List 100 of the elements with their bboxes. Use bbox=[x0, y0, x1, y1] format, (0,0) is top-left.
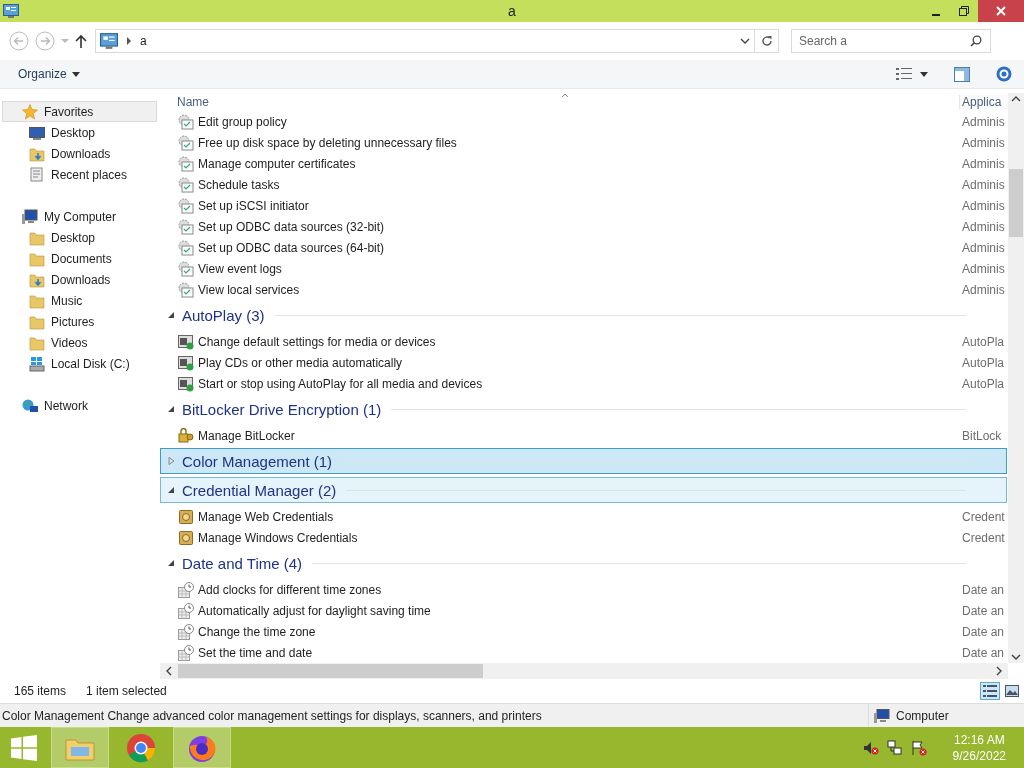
gear-checklist-icon bbox=[178, 260, 194, 277]
sidebar-item[interactable]: Documents bbox=[0, 248, 160, 269]
table-cell-text: Adminis bbox=[961, 177, 1006, 192]
column-header[interactable]: Name bbox=[177, 95, 209, 109]
item-link[interactable]: Change the time zone bbox=[198, 624, 316, 639]
folder-icon bbox=[29, 292, 45, 309]
item-link[interactable]: Set up ODBC data sources (64-bit) bbox=[198, 240, 385, 255]
sidebar-item[interactable]: Desktop bbox=[0, 122, 160, 143]
network-icon bbox=[22, 397, 38, 414]
sidebar-item[interactable]: Recent places bbox=[0, 164, 160, 185]
table-cell-text: Adminis bbox=[961, 198, 1006, 213]
help-icon[interactable] bbox=[996, 66, 1012, 82]
group-header[interactable]: Date and Time (4) bbox=[160, 550, 1007, 576]
gear-checklist-icon bbox=[178, 113, 194, 130]
details-view-button[interactable] bbox=[980, 682, 1000, 700]
sidebar-item[interactable]: Local Disk (C:) bbox=[0, 353, 160, 374]
item-link[interactable]: View event logs bbox=[198, 261, 282, 276]
expand-arrow-icon[interactable] bbox=[168, 405, 175, 413]
folder-icon bbox=[29, 334, 45, 351]
table-cell-text: Adminis bbox=[961, 135, 1006, 150]
address-field[interactable]: a bbox=[95, 29, 755, 53]
sidebar-item[interactable]: Videos bbox=[0, 332, 160, 353]
expand-arrow-icon[interactable] bbox=[168, 311, 175, 319]
sidebar-item[interactable]: Network bbox=[2, 395, 157, 416]
item-link[interactable]: Schedule tasks bbox=[198, 177, 280, 192]
view-list-icon[interactable] bbox=[896, 68, 912, 80]
selection-count: 1 item selected bbox=[86, 684, 167, 698]
location-label: Computer bbox=[896, 708, 949, 723]
item-link[interactable]: Set up ODBC data sources (32-bit) bbox=[198, 219, 385, 234]
column-header[interactable]: Applica bbox=[959, 95, 1008, 109]
group-header[interactable]: BitLocker Drive Encryption (1) bbox=[160, 396, 1007, 422]
item-link[interactable]: Change default settings for media or devices bbox=[198, 334, 436, 349]
search-field[interactable]: Search a bbox=[791, 29, 991, 53]
gear-checklist-icon bbox=[178, 155, 194, 172]
organize-button[interactable]: Organize bbox=[18, 67, 80, 81]
network-icon[interactable] bbox=[886, 739, 903, 756]
scroll-right-icon[interactable] bbox=[996, 666, 1002, 676]
vertical-scrollbar[interactable] bbox=[1008, 93, 1024, 663]
fox-globe-taskbar-button[interactable] bbox=[173, 727, 231, 768]
sidebar-item[interactable]: Favorites bbox=[2, 101, 157, 122]
item-link[interactable]: Manage BitLocker bbox=[198, 428, 295, 443]
table-cell-text: Adminis bbox=[961, 240, 1006, 255]
sidebar-item[interactable]: Music bbox=[0, 290, 160, 311]
item-link[interactable]: Manage Windows Credentials bbox=[198, 530, 358, 545]
item-link[interactable]: Manage computer certificates bbox=[198, 156, 356, 171]
expand-arrow-icon[interactable] bbox=[168, 559, 175, 567]
item-link[interactable]: Play CDs or other media automatically bbox=[198, 355, 403, 370]
group-header[interactable]: Color Management (1) bbox=[160, 448, 1007, 474]
flag-icon[interactable] bbox=[910, 739, 927, 756]
preview-pane-icon[interactable] bbox=[954, 66, 970, 82]
star-icon bbox=[22, 103, 38, 120]
group-header[interactable]: AutoPlay (3) bbox=[160, 302, 1007, 328]
table-cell-text: Date an bbox=[961, 645, 1006, 660]
scroll-down-icon[interactable] bbox=[1011, 654, 1021, 660]
expand-arrow-icon[interactable] bbox=[168, 486, 175, 494]
table-cell-text: Date an bbox=[961, 624, 1006, 639]
item-link[interactable]: Automatically adjust for daylight saving time bbox=[198, 603, 431, 618]
up-arrow-icon[interactable] bbox=[75, 34, 87, 48]
windows-logo-icon bbox=[11, 734, 37, 761]
item-link[interactable]: Set up iSCSI initiator bbox=[198, 198, 309, 213]
item-count: 165 items bbox=[14, 684, 67, 698]
item-link[interactable]: Add clocks for different time zones bbox=[198, 582, 382, 597]
table-cell-text: Adminis bbox=[961, 219, 1006, 234]
item-link[interactable]: Manage Web Credentials bbox=[198, 509, 334, 524]
search-icon[interactable] bbox=[970, 35, 982, 47]
item-link[interactable]: Set the time and date bbox=[198, 645, 313, 660]
close-button[interactable] bbox=[978, 0, 1024, 22]
disk-icon bbox=[29, 355, 45, 372]
sidebar-item[interactable]: Pictures bbox=[0, 311, 160, 332]
table-cell-text: Adminis bbox=[961, 156, 1006, 171]
group-header[interactable]: Credential Manager (2) bbox=[160, 477, 1007, 503]
gear-checklist-icon bbox=[178, 239, 194, 256]
horizontal-scrollbar[interactable] bbox=[160, 663, 1008, 679]
sidebar-item[interactable]: My Computer bbox=[2, 206, 157, 227]
scroll-up-icon[interactable] bbox=[1011, 96, 1021, 102]
chevron-icon[interactable] bbox=[126, 37, 132, 45]
dropdown-icon[interactable] bbox=[740, 38, 750, 44]
refresh-button[interactable] bbox=[755, 29, 779, 53]
tiles-view-button[interactable] bbox=[1002, 682, 1022, 700]
scroll-left-icon[interactable] bbox=[166, 666, 172, 676]
gear-checklist-icon bbox=[178, 281, 194, 298]
table-cell-text: BitLock bbox=[961, 428, 1003, 443]
sidebar-item[interactable]: Downloads bbox=[0, 143, 160, 164]
computer-icon bbox=[874, 708, 890, 723]
sidebar-item[interactable]: Downloads bbox=[0, 269, 160, 290]
caret-icon[interactable] bbox=[920, 71, 928, 77]
sidebar-item[interactable]: Desktop bbox=[0, 227, 160, 248]
item-link[interactable]: View local services bbox=[198, 282, 300, 297]
scroll-thumb[interactable] bbox=[1009, 169, 1023, 237]
item-link[interactable]: Start or stop using AutoPlay for all media and devices bbox=[198, 376, 483, 391]
item-link[interactable]: Edit group policy bbox=[198, 114, 287, 129]
safe-icon bbox=[178, 508, 194, 525]
minimize-icon bbox=[932, 14, 940, 16]
scroll-thumb[interactable] bbox=[178, 664, 483, 678]
table-cell-text: Date an bbox=[961, 582, 1006, 597]
item-link[interactable]: Free up disk space by deleting unnecessary files bbox=[198, 135, 457, 150]
restore-icon bbox=[959, 6, 969, 16]
folder-icon bbox=[29, 250, 45, 267]
calendar-clock-icon bbox=[178, 581, 194, 598]
safe-icon bbox=[178, 529, 194, 546]
